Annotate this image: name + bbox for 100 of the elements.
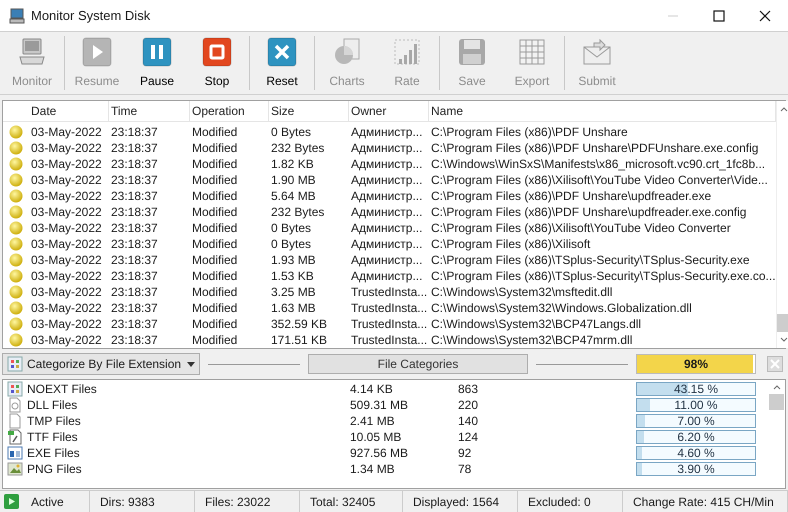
column-header[interactable]: Operation [190,101,269,121]
table-cell-text: 03-May-2022 [30,124,103,141]
toolbar-button[interactable]: Reset [252,36,312,90]
toolbar-button[interactable]: Stop [187,36,247,90]
table-cell-text: 0 Bytes [270,124,312,141]
table-cell-text: 3.25 MB [270,284,317,301]
table-cell-text: Администр... [350,140,424,157]
table-cell-text: 1.82 KB [270,156,315,173]
table-cell-text: 03-May-2022 [30,252,103,269]
scrollbar[interactable] [776,101,788,348]
play-icon [82,37,112,67]
status-dot-icon [9,333,23,347]
table-cell-text: 23:18:37 [110,268,159,285]
table-cell-text: C:\Program Files (x86)\TSplus-Security\TSplus-Security.exe [430,252,751,269]
status-field: Total: 32405 [300,491,403,512]
table-cell-text: C:\Windows\System32\Windows.Globalization.dll [430,300,693,317]
play-icon [4,494,19,509]
toolbar-button[interactable]: Pause [127,36,187,90]
table-cell-text: Администр... [350,204,424,221]
status-dot-icon [9,221,23,235]
status-field: Dirs: 9383 [90,491,195,512]
x-mark-icon [267,37,297,67]
table-cell-text: Администр... [350,188,424,205]
window-title: Monitor System Disk [31,6,150,25]
table-cell-text: 23:18:37 [110,236,159,253]
table-cell-text: 23:18:37 [110,188,159,205]
table-cell-text: 03-May-2022 [30,236,103,253]
table-cell-text: Modified [191,236,238,253]
column-header[interactable]: Time [109,101,190,121]
category-name: NOEXT Files [27,381,98,398]
table-cell-text: Modified [191,188,238,205]
status-dot-icon [9,205,23,219]
table-cell-text: 23:18:37 [110,156,159,173]
status-dot-icon [9,237,23,251]
column-header[interactable]: Owner [349,101,429,121]
table-cell-text: 0 Bytes [270,236,312,253]
category-count: 140 [458,413,480,430]
table-cell-text: Администр... [350,124,424,141]
table-cell-text: 03-May-2022 [30,140,103,157]
status-dot-icon [9,301,23,315]
blank-file-icon [7,413,23,429]
table-cell-text: Modified [191,316,238,333]
category-size: 509.31 MB [350,397,410,414]
table-cell-text: Modified [191,252,238,269]
scroll-thumb[interactable] [776,314,788,332]
column-header[interactable]: Size [269,101,349,121]
grid-icon [7,381,23,397]
table-cell-text: 23:18:37 [110,300,159,317]
status-text: Active [31,494,64,510]
table-cell-text: C:\Windows\System32\BCP47mrm.dll [430,332,634,349]
status-dot-icon [9,125,23,139]
table-cell-text: Администр... [350,172,424,189]
computer-icon [17,37,47,67]
table-cell-text: 23:18:37 [110,140,159,157]
table-cell-text: C:\Windows\System32\BCP47Langs.dll [430,316,642,333]
status-dot-icon [9,317,23,331]
percent-reading: 4.60 % [676,447,716,459]
table-cell-text: 23:18:37 [110,172,159,189]
category-name: TMP Files [27,413,82,430]
table-cell-text: 23:18:37 [110,316,159,333]
table-cell-text: 23:18:37 [110,284,159,301]
table-cell-text: TrustedInsta... [350,332,428,349]
status-field: Displayed: 1564 [403,491,518,512]
category-size: 10.05 MB [350,429,402,446]
status-dot-icon [9,189,23,203]
bar-chart-icon [392,37,422,67]
table-cell-text: Modified [191,172,238,189]
category-name: EXE Files [27,445,81,462]
dropdown-caret-icon [187,362,195,366]
column-header[interactable]: Date [29,101,109,121]
table-cell-text: 23:18:37 [110,332,159,349]
table-cell-text: C:\Program Files (x86)\TSplus-Security\TSplus-Security.exe.co... [430,268,776,285]
category-count: 220 [458,397,480,414]
status-field: Files: 23022 [195,491,300,512]
table-cell-text: Администр... [350,268,424,285]
status-dot-icon [9,173,23,187]
category-dropdown[interactable]: Categorize By File Extension [2,353,200,375]
category-size: 2.41 MB [350,413,396,430]
scroll-thumb[interactable] [769,394,784,410]
table-cell-text: Modified [191,204,238,221]
file-categories-button[interactable]: File Categories [308,354,528,374]
table-cell-text: 03-May-2022 [30,300,103,317]
table-cell-text: Администр... [350,220,424,237]
table-cell-text: TrustedInsta... [350,300,428,317]
table-cell-text: 171.51 KB [270,332,328,349]
table-cell-text: Modified [191,284,238,301]
progress-reading: 98% [682,356,710,373]
table-cell-text: 232 Bytes [270,140,326,157]
table-cell-text: 0 Bytes [270,220,312,237]
status-dot-icon [9,285,23,299]
percent-reading: 3.90 % [676,463,716,475]
category-count: 124 [458,429,480,446]
percent-reading: 7.00 % [676,415,716,427]
table-cell-text: 1.93 MB [270,252,317,269]
pause-icon [142,37,172,67]
table-cell-text: Modified [191,124,238,141]
table-cell-text: 23:18:37 [110,220,159,237]
table-cell-text: Администр... [350,156,424,173]
table-cell-text: 1.53 KB [270,268,315,285]
status-field: Excluded: 0 [518,491,623,512]
